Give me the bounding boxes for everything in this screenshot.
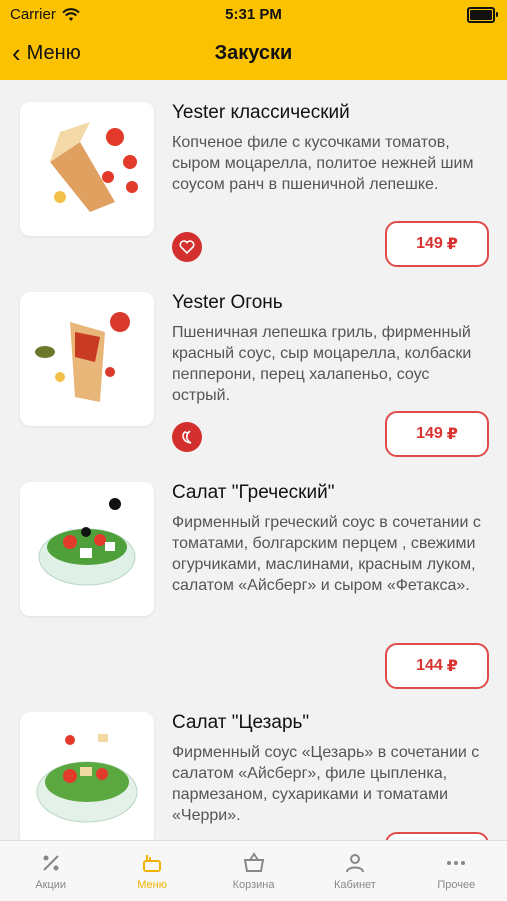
basket-icon: [243, 852, 264, 872]
page-title: Закуски: [214, 42, 293, 64]
status-bar: Carrier 5:31 PM: [0, 0, 507, 30]
price-value: 149: [416, 425, 443, 442]
tab-account[interactable]: Кабинет: [304, 841, 405, 901]
chili-pepper-icon: [172, 422, 202, 452]
tab-label: Прочее: [437, 879, 476, 891]
product-name: Yester классический: [172, 102, 350, 123]
percent-icon: [42, 855, 59, 871]
user-icon: [345, 854, 364, 873]
product-description: Фирменный соус «Цезарь» в сочетании с са…: [172, 744, 480, 824]
price-value: 149: [416, 235, 443, 252]
battery-icon: [467, 7, 498, 23]
tab-label: Акции: [35, 879, 67, 891]
tab-label: Кабинет: [334, 879, 376, 891]
product-list[interactable]: Yester классический Копченое филе с кусо…: [0, 80, 507, 840]
currency: ₽: [446, 426, 458, 443]
price-button[interactable]: [385, 832, 489, 840]
product-description: Копченое филе с кусочками томатов, сыром…: [172, 134, 474, 193]
more-icon: [447, 861, 466, 865]
tab-label: Меню: [137, 879, 167, 891]
tab-bar: Акции Меню Корзина Кабинет Прочее: [0, 840, 507, 901]
product-image: [20, 292, 154, 426]
currency: ₽: [446, 236, 458, 253]
price-button[interactable]: 149 ₽: [385, 411, 489, 457]
tab-cart[interactable]: Корзина: [203, 841, 304, 901]
product-description: Пшеничная лепешка гриль, фирменный красн…: [172, 324, 472, 404]
heart-icon: [172, 232, 202, 262]
navigation-bar: ‹ Меню Закуски: [0, 30, 507, 80]
product-name: Yester Огонь: [172, 292, 283, 313]
top-bar: Carrier 5:31 PM ‹ Меню Закуски: [0, 0, 507, 80]
price-button[interactable]: 144 ₽: [385, 643, 489, 689]
tab-more[interactable]: Прочее: [406, 841, 507, 901]
tab-label: Корзина: [232, 879, 275, 891]
product-image: [20, 712, 154, 840]
product-image: [20, 102, 154, 236]
menu-icon: [143, 855, 162, 872]
currency: ₽: [446, 658, 458, 675]
tab-menu[interactable]: Меню: [101, 841, 202, 901]
product-name: Салат "Цезарь": [172, 712, 310, 733]
tab-promotions[interactable]: Акции: [0, 841, 101, 901]
price-button[interactable]: 149 ₽: [385, 221, 489, 267]
product-description: Фирменный греческий соус в сочетании с т…: [172, 514, 481, 594]
price-value: 144: [416, 657, 443, 674]
status-time: 5:31 PM: [225, 6, 282, 23]
product-image: [20, 482, 154, 616]
product-name: Салат "Греческий": [172, 482, 335, 503]
